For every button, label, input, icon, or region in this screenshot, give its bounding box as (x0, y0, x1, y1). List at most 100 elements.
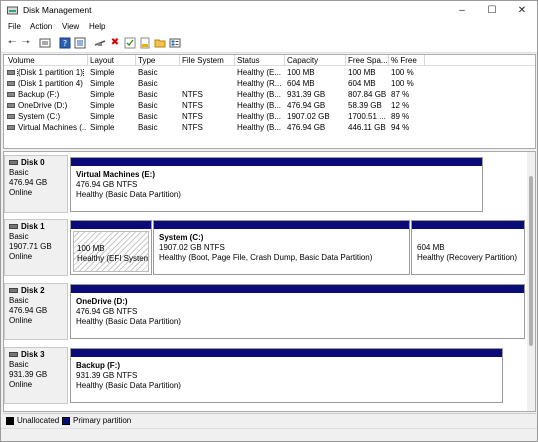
disk-name: Disk 1 (21, 222, 45, 231)
partition-backup[interactable]: Backup (F:) 931.39 GB NTFS Healthy (Basi… (70, 348, 503, 403)
layout-cell: Simple (90, 90, 115, 99)
free-space-cell: 604 MB (348, 79, 376, 88)
disk-status: Online (9, 252, 33, 261)
legend-unallocated: Unallocated (17, 416, 60, 425)
partition-onedrive[interactable]: OneDrive (D:) 476.94 GB NTFS Healthy (Ba… (70, 284, 525, 339)
scrollbar-thumb[interactable] (529, 176, 533, 346)
list-view-icon[interactable] (74, 37, 86, 49)
volume-icon (7, 70, 15, 76)
delete-icon[interactable]: ✖ (109, 37, 121, 49)
maximize-button[interactable]: ☐ (477, 1, 507, 20)
disk-icon (9, 160, 18, 166)
table-row[interactable]: System (C:) Simple Basic NTFS Healthy (B… (4, 111, 535, 122)
menu-bar: File Action View Help (1, 20, 537, 34)
disk-type: Basic (9, 360, 29, 369)
free-space-cell: 807.84 GB (348, 90, 387, 99)
forward-icon[interactable]: 🠖 (20, 37, 32, 49)
status-cell: Healthy (E... (237, 68, 282, 77)
percent-free-cell: 12 % (391, 101, 410, 110)
column-header-percent-free[interactable]: % Free (391, 56, 417, 65)
disk-0-label[interactable]: Disk 0 Basic 476.94 GB Online (4, 155, 68, 213)
free-space-cell: 58.39 GB (348, 101, 382, 110)
disk-status: Online (9, 380, 33, 389)
file-system-cell: NTFS (182, 112, 203, 121)
free-space-cell: 446.11 GB (348, 123, 386, 132)
capacity-cell: 476.94 GB (287, 123, 326, 132)
partition-size: 604 MB (417, 243, 445, 252)
column-header-layout[interactable]: Layout (90, 56, 114, 65)
partition-size: 100 MB (77, 244, 105, 253)
column-header-capacity[interactable]: Capacity (287, 56, 318, 65)
table-row[interactable]: OneDrive (D:) Simple Basic NTFS Healthy … (4, 100, 535, 111)
folder-icon[interactable] (154, 37, 166, 49)
column-header-status[interactable]: Status (237, 56, 260, 65)
free-space-cell: 100 MB (348, 68, 376, 77)
properties-icon[interactable] (39, 37, 51, 49)
disk-icon (9, 224, 18, 230)
partition-name: Backup (F:) (76, 361, 120, 370)
check-icon[interactable] (124, 37, 136, 49)
disk-size: 931.39 GB (9, 370, 48, 379)
type-cell: Basic (138, 112, 158, 121)
table-row[interactable]: Virtual Machines (... Simple Basic NTFS … (4, 122, 535, 133)
disk-management-window: Disk Management – ☐ ✕ File Action View H… (0, 0, 538, 442)
partition-system-c[interactable]: System (C:) 1907.02 GB NTFS Healthy (Boo… (153, 220, 410, 275)
volume-icon (7, 125, 15, 131)
toolbar: 🠔 🠖 ? ✖ (1, 34, 537, 53)
column-header-file-system[interactable]: File System (182, 56, 224, 65)
type-cell: Basic (138, 68, 158, 77)
back-icon[interactable]: 🠔 (6, 37, 18, 49)
volume-icon (7, 92, 15, 98)
window-title: Disk Management (23, 5, 92, 15)
menu-help[interactable]: Help (89, 22, 105, 31)
volume-list[interactable]: Volume Layout Type File System Status Ca… (3, 54, 536, 149)
close-button[interactable]: ✕ (507, 1, 537, 20)
volume-list-header: Volume Layout Type File System Status Ca… (4, 55, 535, 66)
disk-2-label[interactable]: Disk 2 Basic 476.94 GB Online (4, 283, 68, 340)
layout-cell: Simple (90, 123, 115, 132)
primary-partition-bar (412, 221, 524, 229)
list-view-icon[interactable] (169, 37, 181, 49)
partition-efi-system[interactable]: 100 MB Healthy (EFI System P (70, 220, 152, 275)
disk-map-scrollbar[interactable] (527, 152, 535, 411)
partition-recovery[interactable]: 604 MB Healthy (Recovery Partition) (411, 220, 525, 275)
status-cell: Healthy (B... (237, 112, 282, 121)
column-header-type[interactable]: Type (138, 56, 155, 65)
primary-partition-bar (71, 158, 482, 166)
table-row[interactable]: (Disk 1 partition 4) Simple Basic Health… (4, 78, 535, 89)
layout-cell: Simple (90, 79, 115, 88)
table-row[interactable]: (Disk 1 partition 1) Simple Basic Health… (4, 67, 535, 78)
partition-status: Healthy (Recovery Partition) (417, 253, 518, 262)
partition-status: Healthy (Basic Data Partition) (76, 317, 181, 326)
capacity-cell: 1907.02 GB (287, 112, 330, 121)
file-system-cell: NTFS (182, 101, 203, 110)
disk-type: Basic (9, 296, 29, 305)
title-bar: Disk Management – ☐ ✕ (1, 1, 537, 20)
partition-virtual-machines[interactable]: Virtual Machines (E:) 476.94 GB NTFS Hea… (70, 157, 483, 212)
primary-partition-bar (71, 221, 151, 229)
capacity-cell: 100 MB (287, 68, 315, 77)
disk-icon (9, 288, 18, 294)
partition-status: Healthy (Basic Data Partition) (76, 190, 181, 199)
menu-file[interactable]: File (8, 22, 21, 31)
menu-action[interactable]: Action (30, 22, 52, 31)
disk-3-label[interactable]: Disk 3 Basic 931.39 GB Online (4, 347, 68, 404)
connect-icon[interactable] (94, 37, 106, 49)
volume-name: Backup (F:) (18, 90, 60, 99)
percent-free-cell: 100 % (391, 68, 414, 77)
help-icon[interactable]: ? (59, 37, 71, 49)
column-header-volume[interactable]: Volume (8, 56, 35, 65)
capacity-cell: 931.39 GB (287, 90, 326, 99)
volume-name: System (C:) (18, 112, 61, 121)
table-row[interactable]: Backup (F:) Simple Basic NTFS Healthy (B… (4, 89, 535, 100)
status-cell: Healthy (B... (237, 90, 282, 99)
column-header-free-space[interactable]: Free Spa... (348, 56, 388, 65)
minimize-button[interactable]: – (447, 1, 477, 20)
percent-free-cell: 89 % (391, 112, 410, 121)
new-volume-icon[interactable] (139, 37, 151, 49)
disk-1-label[interactable]: Disk 1 Basic 1907.71 GB Online (4, 219, 68, 276)
menu-view[interactable]: View (62, 22, 79, 31)
primary-partition-bar (71, 349, 502, 357)
volume-icon (7, 114, 15, 120)
file-system-cell: NTFS (182, 123, 203, 132)
